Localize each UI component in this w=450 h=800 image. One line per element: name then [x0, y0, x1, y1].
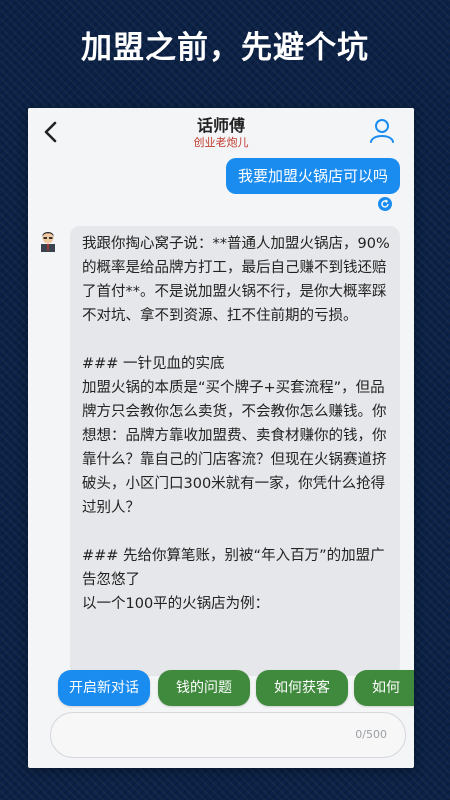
- char-counter: 0/500: [355, 728, 387, 741]
- user-message-bubble: 我要加盟火锅店可以吗: [225, 158, 400, 194]
- user-profile-icon[interactable]: [368, 116, 396, 144]
- message-input[interactable]: [67, 723, 341, 749]
- bot-message-bubble: 我跟你掏心窝子说：**普通人加盟火锅店，90%的概率是给品牌方打工，最后自己赚不…: [70, 226, 400, 676]
- bot-avatar: [38, 230, 58, 252]
- top-bar: 话师傅 创业老炮儿: [28, 108, 414, 154]
- message-input-box[interactable]: 0/500: [50, 712, 406, 758]
- new-chat-button[interactable]: 开启新对话: [58, 670, 150, 706]
- refresh-icon[interactable]: [378, 196, 392, 211]
- chat-title: 话师傅: [196, 116, 245, 135]
- chat-screen: 话师傅 创业老炮儿 我要加盟火锅店可以吗 我跟你掏心窝子说：**普通人加盟火锅店…: [28, 108, 414, 768]
- get-customers-chip[interactable]: 如何获客: [256, 670, 348, 706]
- quick-reply-bar: 开启新对话 钱的问题 如何获客 如何: [28, 668, 414, 708]
- bot-message-text: 我跟你掏心窝子说：**普通人加盟火锅店，90%的概率是给品牌方打工，最后自己赚不…: [82, 236, 390, 612]
- promo-headline: 加盟之前，先避个坑: [81, 30, 369, 66]
- title-block: 话师傅 创业老炮儿: [28, 116, 414, 150]
- chat-subtitle: 创业老炮儿: [193, 136, 249, 149]
- money-question-chip[interactable]: 钱的问题: [158, 670, 250, 706]
- more-question-chip[interactable]: 如何: [354, 670, 414, 706]
